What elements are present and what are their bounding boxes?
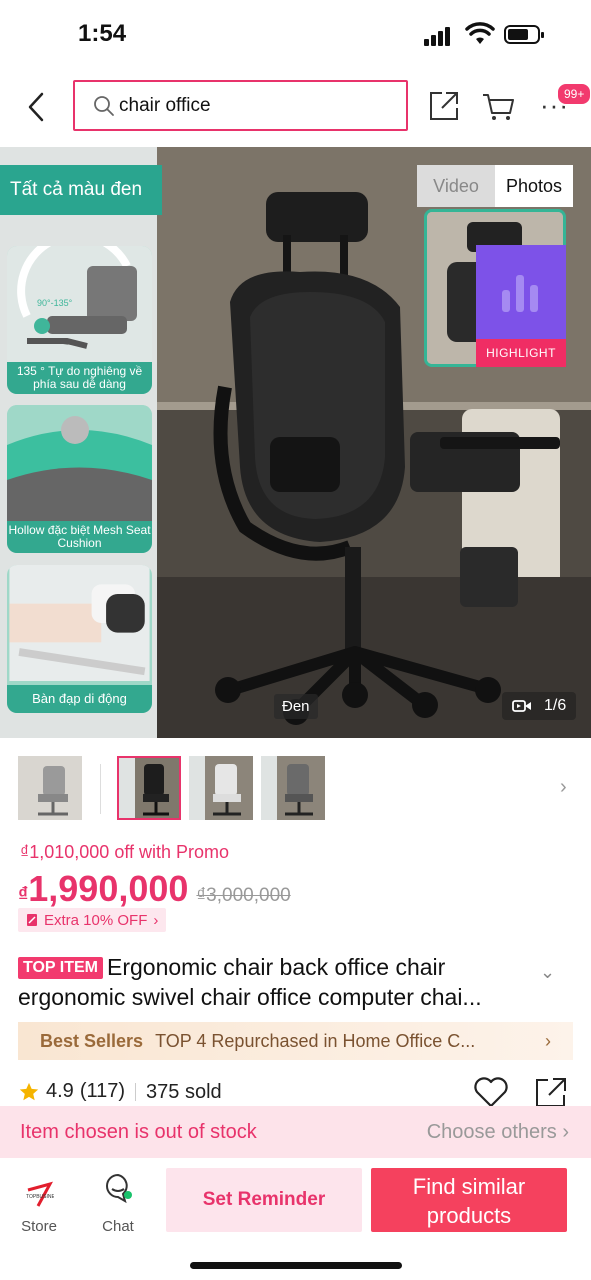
price-row: ₫ 1,990,000 ₫3,000,000 — [18, 868, 291, 910]
feature-card-footrest: Bàn đạp di động — [7, 565, 152, 713]
home-indicator — [190, 1262, 402, 1269]
svg-text:TOPBUSINESS: TOPBUSINESS — [26, 1194, 54, 1200]
heart-icon[interactable] — [473, 1076, 509, 1108]
original-price: ₫3,000,000 — [196, 885, 291, 906]
expand-title-chevron-icon[interactable]: ⌄ — [540, 962, 555, 983]
thumbnail-2-selected[interactable] — [117, 756, 181, 820]
best-sellers-text: TOP 4 Repurchased in Home Office C... — [155, 1030, 476, 1051]
image-counter: 1/6 — [502, 692, 577, 720]
battery-icon — [504, 25, 544, 44]
rating-count: (117) — [79, 1080, 126, 1102]
product-title: TOP ITEM Ergonomic chair back office chai… — [18, 952, 538, 1012]
variant-thumbnails: › — [0, 756, 591, 822]
highlight-bars-icon — [502, 275, 538, 312]
best-sellers-banner[interactable]: Best Sellers TOP 4 Repurchased in Home O… — [18, 1022, 573, 1060]
promo-text: ₫1,010,000 off with Promo — [20, 842, 230, 862]
top-item-badge: TOP ITEM — [18, 957, 103, 979]
thumbnail-divider — [100, 764, 101, 814]
chevron-right-icon[interactable]: › — [560, 776, 567, 799]
feature-card-mesh: Hollow đặc biệt Mesh Seat Cushion — [7, 405, 152, 553]
store-logo-icon: TOPBUSINESS — [26, 1181, 62, 1207]
mesh-cushion-illustration — [7, 405, 152, 521]
feature-caption-footrest: Bàn đạp di động — [7, 685, 152, 713]
svg-text:90°-135°: 90°-135° — [37, 298, 73, 308]
rating-score: 4.9 — [46, 1080, 74, 1102]
store-label: Store — [21, 1218, 57, 1235]
find-similar-products-button[interactable]: Find similar products — [371, 1168, 567, 1232]
cellular-signal-icon — [424, 26, 454, 46]
set-reminder-button[interactable]: Set Reminder — [166, 1168, 362, 1232]
feature-caption-recline: 135 ° Tự do nghiêng về phía sau dễ dàng — [7, 362, 152, 394]
feature-panel: Tất cả màu đen 90°-135° 135 ° Tự do nghi… — [0, 147, 162, 738]
media-type-toggle[interactable]: Video Photos — [417, 165, 573, 207]
currency-symbol: ₫ — [18, 884, 29, 906]
cart-icon[interactable] — [482, 92, 516, 122]
current-price: 1,990,000 — [28, 868, 189, 909]
feature-caption-mesh: Hollow đặc biệt Mesh Seat Cushion — [7, 521, 152, 553]
tab-video[interactable]: Video — [417, 165, 495, 207]
chevron-right-icon: › — [153, 911, 159, 929]
sold-count: 375 sold — [135, 1082, 222, 1102]
search-query-text: chair office — [119, 95, 211, 116]
best-sellers-label: Best Sellers — [40, 1030, 144, 1051]
status-time: 1:54 — [78, 20, 127, 47]
share-icon[interactable] — [534, 1076, 568, 1108]
out-of-stock-message: Item chosen is out of stock — [20, 1120, 257, 1143]
extra-discount-tag[interactable]: Extra 10% OFF › — [18, 908, 167, 932]
thumbnail-4[interactable] — [261, 756, 325, 820]
tab-photos[interactable]: Photos — [495, 165, 573, 207]
star-icon — [19, 1082, 39, 1100]
product-image-gallery[interactable]: Tất cả màu đen 90°-135° 135 ° Tự do nghi… — [0, 147, 591, 738]
thumbnail-3[interactable] — [189, 756, 253, 820]
top-header: chair office ··· 99+ — [0, 72, 591, 142]
choose-others-link[interactable]: Choose others › — [427, 1121, 569, 1144]
wifi-icon — [465, 22, 495, 44]
color-banner: Tất cả màu đen — [0, 165, 162, 215]
thumbnail-1[interactable] — [18, 756, 82, 820]
back-arrow-icon[interactable] — [22, 90, 52, 124]
search-input[interactable]: chair office — [73, 80, 408, 131]
extra-discount-text: Extra 10% OFF — [44, 911, 148, 929]
variant-label: Đen — [274, 694, 318, 719]
chat-icon — [106, 1173, 132, 1204]
bottom-action-bar: TOPBUSINESS Store Chat Set Reminder Find… — [0, 1160, 591, 1280]
highlight-label[interactable]: HIGHLIGHT — [476, 339, 566, 367]
coupon-icon — [27, 914, 37, 926]
search-icon — [94, 96, 114, 116]
chevron-right-icon: › — [545, 1030, 551, 1051]
notification-badge: 99+ — [556, 82, 591, 106]
footrest-illustration — [9, 565, 150, 681]
share-icon[interactable] — [428, 90, 460, 122]
out-of-stock-bar: Item chosen is out of stock Choose other… — [0, 1106, 591, 1158]
image-counter-text: 1/6 — [544, 697, 567, 714]
status-bar: 1:54 — [0, 0, 591, 72]
chat-button[interactable]: Chat — [88, 1170, 148, 1235]
store-button[interactable]: TOPBUSINESS Store — [9, 1170, 69, 1235]
video-camera-icon — [512, 700, 531, 712]
feature-card-recline: 90°-135° 135 ° Tự do nghiêng về phía sau… — [7, 246, 152, 394]
recline-illustration: 90°-135° — [7, 246, 152, 362]
rating-row[interactable]: 4.9 (117) 375 sold — [18, 1080, 222, 1103]
chat-label: Chat — [102, 1218, 134, 1235]
